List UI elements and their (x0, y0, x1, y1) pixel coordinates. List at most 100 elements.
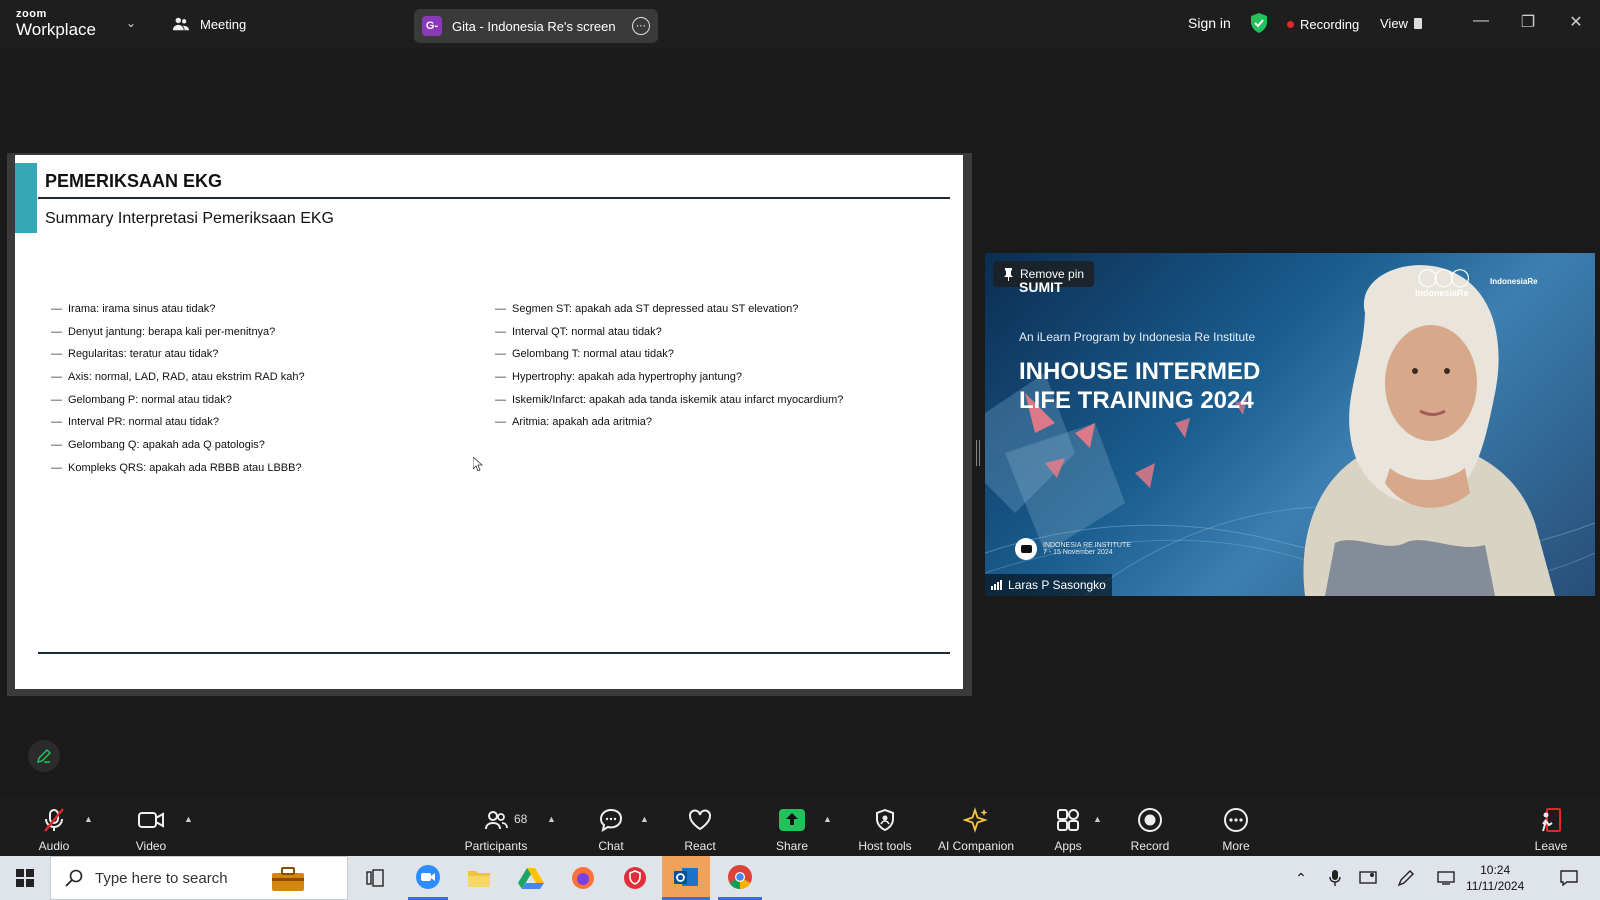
start-button[interactable] (8, 856, 42, 900)
chrome-icon (728, 864, 752, 889)
zoom-app-icon (416, 864, 440, 889)
list-item: — Gelombang P: normal atau tidak? (51, 393, 232, 406)
share-button[interactable]: Share (772, 798, 812, 856)
participants-options-caret-icon[interactable]: ▲ (547, 814, 556, 824)
video-tile[interactable]: Remove pin SUMIT ◯◯◯ IndonesiaRe Indones… (985, 253, 1595, 596)
meeting-menu[interactable]: Meeting (172, 15, 246, 33)
view-button[interactable]: View (1380, 16, 1422, 31)
google-drive-icon (518, 868, 544, 889)
microphone-tray[interactable] (1324, 856, 1346, 900)
sign-in-button[interactable]: Sign in (1188, 15, 1231, 31)
ai-companion-button[interactable]: AI Companion (934, 798, 1018, 856)
participants-label: Participants (464, 839, 528, 853)
video-label: Video (135, 839, 167, 853)
apps-label: Apps (1054, 839, 1082, 853)
more-options-icon[interactable]: ⋯ (632, 17, 650, 35)
list-item: — Axis: normal, LAD, RAD, atau ekstrim RA… (51, 371, 305, 384)
close-icon[interactable]: ✕ (1564, 12, 1588, 32)
apps-options-caret-icon[interactable]: ▲ (1093, 814, 1102, 824)
list-item: — Hypertrophy: apakah ada hypertrophy jan… (495, 371, 742, 384)
task-view-button[interactable] (360, 856, 390, 900)
firefox-icon (572, 867, 594, 889)
audio-options-caret-icon[interactable]: ▲ (84, 814, 93, 824)
screen-share-indicator[interactable]: G- Gita - Indonesia Re's screen ⋯ (414, 9, 658, 43)
taskbar-file-explorer[interactable] (460, 856, 498, 900)
logo-small-text: zoom (16, 8, 47, 20)
meeting-label: Meeting (200, 16, 247, 32)
training-headline: INHOUSE INTERMED LIFE TRAINING 2024 (1019, 357, 1260, 415)
institute-dates: 7 - 15 November 2024 (1043, 549, 1113, 556)
share-screen-icon (779, 809, 805, 831)
notification-icon (1560, 870, 1578, 886)
headline-line-2: LIFE TRAINING 2024 (1019, 387, 1254, 414)
apps-icon (1057, 809, 1079, 831)
share-options-caret-icon[interactable]: ▲ (823, 814, 832, 824)
taskbar-security-app[interactable] (616, 856, 654, 900)
outlook-icon (674, 867, 698, 886)
screen-capture-icon (1359, 871, 1377, 884)
chat-options-caret-icon[interactable]: ▲ (640, 814, 649, 824)
taskbar-firefox[interactable] (564, 856, 602, 900)
taskbar-outlook[interactable] (662, 856, 710, 900)
taskbar-clock[interactable]: 10:24 11/11/2024 (1466, 862, 1524, 894)
program-subtitle: An iLearn Program by Indonesia Re Instit… (1019, 330, 1256, 344)
network-tray[interactable] (1434, 856, 1458, 900)
host-tools-button[interactable]: Host tools (852, 798, 918, 856)
restore-icon[interactable]: ❐ (1516, 12, 1540, 32)
list-item: — Aritmia: apakah ada aritmia? (495, 416, 653, 429)
recording-indicator[interactable]: Recording (1287, 17, 1359, 32)
recording-label: Recording (1300, 17, 1360, 32)
mouse-cursor-icon (473, 457, 483, 471)
record-button[interactable]: Record (1128, 798, 1172, 856)
display-tray[interactable] (1356, 856, 1380, 900)
list-item: — Segmen ST: apakah ada ST depressed atau… (495, 303, 799, 315)
participants-button[interactable]: Participants (460, 798, 532, 856)
windows-logo-icon (16, 869, 34, 887)
pen-tray[interactable] (1394, 856, 1418, 900)
audio-button[interactable]: Audio (30, 798, 78, 856)
apps-button[interactable]: Apps (1050, 798, 1086, 856)
annotate-button[interactable] (28, 740, 60, 772)
taskbar-google-drive[interactable] (512, 856, 550, 900)
list-item: — Interval PR: normal atau tidak? (51, 416, 220, 429)
chevron-up-icon: ⌃ (1295, 869, 1307, 886)
logo-main-text: Workplace (16, 20, 96, 39)
bullet-list-left: — Irama: irama sinus atau tidak? — Denyut … (51, 298, 305, 480)
minimize-icon[interactable]: — (1469, 12, 1493, 30)
clock-time: 10:24 (1480, 863, 1511, 877)
react-label: React (684, 839, 716, 853)
host-tools-shield-icon (876, 809, 894, 831)
react-button[interactable]: React (680, 798, 720, 856)
leave-button[interactable]: Leave (1532, 798, 1570, 856)
video-options-caret-icon[interactable]: ▲ (184, 814, 193, 824)
pin-icon (1004, 267, 1013, 281)
chat-icon (599, 808, 623, 832)
slide-subtitle: Summary Interpretasi Pemeriksaan EKG (45, 210, 334, 227)
chevron-down-icon[interactable]: ⌄ (126, 16, 136, 30)
chat-button[interactable]: Chat (594, 798, 628, 856)
notifications-button[interactable] (1556, 856, 1582, 900)
title-bar: zoom Workplace ⌄ Meeting G- Gita - Indon… (0, 0, 1600, 48)
folder-icon (468, 871, 490, 887)
ai-companion-label: AI Companion (937, 839, 1015, 853)
network-icon (1437, 871, 1455, 885)
list-item: — Irama: irama sinus atau tidak? (51, 303, 216, 315)
view-label: View (1380, 16, 1408, 31)
institute-logo: IndonesiaRe (1490, 277, 1538, 286)
search-icon (65, 869, 83, 887)
more-button[interactable]: More (1218, 798, 1254, 856)
taskbar-chrome[interactable] (718, 856, 762, 900)
record-label: Record (1130, 839, 1170, 853)
show-hidden-icons[interactable]: ⌃ (1290, 856, 1312, 900)
meeting-toolbar: Audio ▲ Video ▲ Participants 68 ▲ Chat ▲… (0, 798, 1600, 856)
security-shield-icon[interactable] (1250, 13, 1268, 33)
briefcase-icon (272, 867, 304, 891)
zoom-logo[interactable]: zoom Workplace (16, 8, 96, 39)
splitter-handle[interactable] (976, 440, 980, 466)
more-label: More (1222, 839, 1250, 853)
taskbar-search-input[interactable]: Type here to search (50, 856, 348, 900)
zoom-window: zoom Workplace ⌄ Meeting G- Gita - Indon… (0, 0, 1600, 900)
taskbar-zoom-app[interactable] (408, 856, 448, 900)
list-item: — Interval QT: normal atau tidak? (495, 325, 662, 338)
video-button[interactable]: Video (128, 798, 174, 856)
